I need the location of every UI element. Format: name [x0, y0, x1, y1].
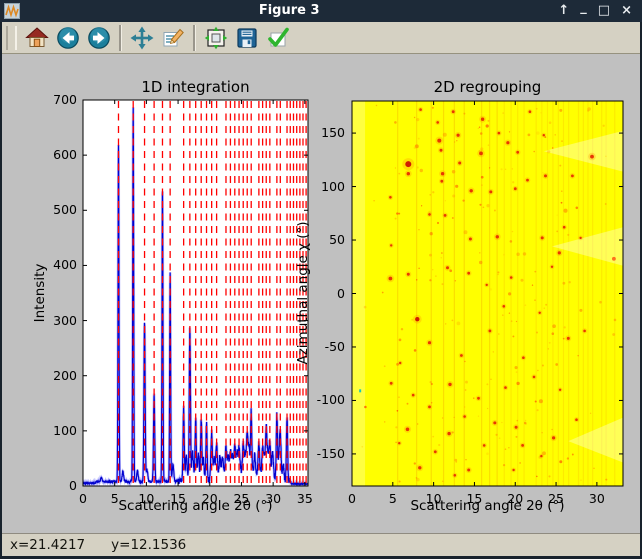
waveform-logo-icon	[5, 4, 19, 18]
tick-label: 10	[419, 491, 449, 506]
tick-label: 500	[31, 202, 77, 217]
tick-label: 0	[297, 286, 345, 301]
shade-button[interactable]: ↑	[558, 0, 569, 22]
tick-label: 50	[297, 232, 345, 247]
tick-label: 30	[258, 491, 288, 506]
tick-label: 5	[100, 491, 130, 506]
tick-label: 150	[297, 125, 345, 140]
home-button[interactable]	[23, 24, 51, 52]
house-icon	[25, 26, 49, 50]
left-plot-title: 1D integration	[83, 78, 308, 96]
tick-label: 100	[31, 423, 77, 438]
tick-label: 35	[290, 491, 320, 506]
tick-label: 20	[500, 491, 530, 506]
configure-subplots-button[interactable]	[202, 24, 230, 52]
tick-label: -100	[297, 392, 345, 407]
minimize-button[interactable]: _	[580, 0, 587, 19]
window-controls: ↑ _ □ ×	[558, 0, 632, 22]
tick-label: 100	[297, 179, 345, 194]
toolbar-grip[interactable]	[6, 26, 17, 50]
green-checkmark-icon	[266, 26, 290, 50]
cursor-y-readout: y=12.1536	[111, 537, 186, 553]
navigation-toolbar	[2, 22, 640, 54]
window-title: Figure 3	[20, 0, 558, 22]
tick-label: 20	[195, 491, 225, 506]
figure-canvas[interactable]: 1D integration 2D regrouping Scattering …	[2, 54, 640, 533]
pencil-page-icon	[161, 26, 185, 50]
tick-label: 15	[459, 491, 489, 506]
close-button[interactable]: ×	[621, 0, 632, 22]
tick-label: 25	[226, 491, 256, 506]
figure-window: Figure 3 ↑ _ □ ×	[0, 0, 642, 559]
tick-label: 300	[31, 313, 77, 328]
customize-button[interactable]	[159, 24, 187, 52]
validate-button[interactable]	[264, 24, 292, 52]
right-plot-title: 2D regrouping	[352, 78, 623, 96]
floppy-disk-icon	[235, 26, 259, 50]
maximize-button[interactable]: □	[598, 0, 610, 22]
tick-label: 600	[31, 147, 77, 162]
status-bar: x=21.4217 y=12.1536	[2, 533, 640, 556]
tick-label: 30	[582, 491, 612, 506]
arrow-left-circle-icon	[56, 26, 80, 50]
title-bar[interactable]: Figure 3 ↑ _ □ ×	[0, 0, 642, 22]
tick-label: 5	[378, 491, 408, 506]
move-cross-icon	[130, 26, 154, 50]
tick-label: 400	[31, 257, 77, 272]
tick-label: 0	[31, 478, 77, 493]
tick-label: 200	[31, 368, 77, 383]
toolbar-separator	[119, 25, 122, 51]
subplot-arrows-icon	[204, 26, 228, 50]
back-button[interactable]	[54, 24, 82, 52]
save-button[interactable]	[233, 24, 261, 52]
forward-button[interactable]	[85, 24, 113, 52]
tick-label: 10	[131, 491, 161, 506]
tick-label: -150	[297, 446, 345, 461]
window-app-icon	[4, 3, 20, 19]
tick-label: 0	[337, 491, 367, 506]
tick-label: 15	[163, 491, 193, 506]
cursor-x-readout: x=21.4217	[10, 537, 85, 553]
tick-label: 0	[68, 491, 98, 506]
tick-label: 25	[541, 491, 571, 506]
tick-label: 700	[31, 92, 77, 107]
pan-button[interactable]	[128, 24, 156, 52]
toolbar-separator	[193, 25, 196, 51]
arrow-right-circle-icon	[87, 26, 111, 50]
tick-label: -50	[297, 339, 345, 354]
